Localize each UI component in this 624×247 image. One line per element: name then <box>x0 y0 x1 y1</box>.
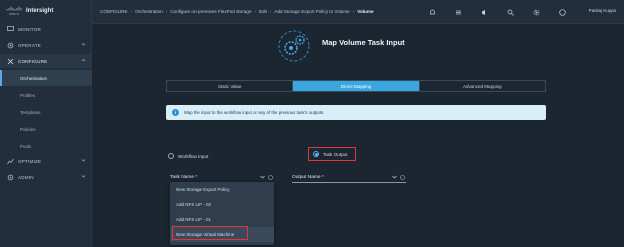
menu-item-new-storage-export-policy[interactable]: New Storage Export Policy <box>170 182 274 197</box>
info-icon: i <box>172 109 179 116</box>
radio-label: Task Output <box>323 151 348 157</box>
search-icon[interactable] <box>506 8 514 16</box>
input-source-radio-group: Workflow Input Task Output <box>168 147 356 162</box>
task-name-dropdown-menu: New Storage Export Policy Add NFS LIF - … <box>170 182 274 245</box>
breadcrumb: CONFIGURE › Orchestration › Configure on-p… <box>100 9 374 14</box>
output-name-select[interactable]: Output Name * <box>292 172 406 183</box>
top-bar: CONFIGURE › Orchestration › Configure on-p… <box>92 0 624 24</box>
admin-icon <box>6 173 14 181</box>
logo-mark-text: cisco <box>8 11 20 16</box>
tab-direct-mapping[interactable]: Direct Mapping <box>293 81 420 91</box>
sidebar: cisco Intersight MONITOR OPERATE CONFIGU… <box>0 0 92 247</box>
tab-static-value[interactable]: Static Value <box>167 81 294 91</box>
app-logo[interactable]: cisco Intersight <box>6 4 92 18</box>
highlight-box <box>172 226 248 240</box>
menu-item-add-nfs-lif-01[interactable]: Add NFS LIF - 01 <box>170 212 274 227</box>
sidebar-item-label: Orchestration <box>20 75 48 81</box>
configure-icon <box>6 57 14 65</box>
sidebar-item-monitor[interactable]: MONITOR <box>0 22 92 36</box>
radio-task-output[interactable]: Task Output <box>308 147 356 161</box>
info-circle-icon <box>398 174 406 180</box>
info-banner: i Map the input to the workflow input or… <box>166 105 546 120</box>
sidebar-item-label: ADMIN <box>18 174 34 180</box>
sidebar-item-pools[interactable]: Pools <box>0 138 92 154</box>
menu-item-add-nfs-lif-02[interactable]: Add NFS LIF - 02 <box>170 197 274 212</box>
page-title: Map Volume Task Input <box>322 38 405 47</box>
chevron-down-icon[interactable] <box>390 175 398 179</box>
chevron-down-icon <box>81 42 86 47</box>
tab-advanced-mapping[interactable]: Advanced Mapping <box>420 81 545 91</box>
user-name[interactable]: Pankaj Kuppa <box>589 8 616 13</box>
sidebar-item-label: Policies <box>20 126 36 132</box>
sidebar-item-label: OPERATE <box>18 42 42 48</box>
settings-icon[interactable] <box>532 8 540 16</box>
chevron-down-icon <box>81 158 86 163</box>
gears-icon <box>276 29 314 63</box>
chevron-down-icon[interactable] <box>258 175 266 179</box>
optimize-icon <box>6 157 14 165</box>
sidebar-item-orchestration[interactable]: Orchestration <box>0 70 92 86</box>
sidebar-item-operate[interactable]: OPERATE <box>0 38 92 52</box>
radio-button[interactable] <box>313 151 319 157</box>
bell-icon[interactable] <box>428 8 436 16</box>
radio-label: Workflow Input <box>178 153 209 159</box>
app-title: Intersight <box>26 8 54 14</box>
sidebar-item-label: OPTIMIZE <box>18 158 42 164</box>
breadcrumb-item[interactable]: CONFIGURE <box>100 9 128 14</box>
sidebar-item-configure[interactable]: CONFIGURE <box>0 54 92 68</box>
info-text: Map the input to the workflow input or a… <box>184 110 325 115</box>
sidebar-item-profiles[interactable]: Profiles <box>0 87 92 103</box>
breadcrumb-item[interactable]: Orchestration <box>135 9 163 14</box>
chevron-up-icon <box>81 58 86 63</box>
operate-icon <box>6 41 14 49</box>
breadcrumb-item[interactable]: Edit <box>259 9 267 14</box>
radio-button[interactable] <box>168 153 174 159</box>
announce-icon[interactable] <box>480 8 488 16</box>
sidebar-item-label: CONFIGURE <box>18 58 48 64</box>
sidebar-item-label: Profiles <box>20 92 36 98</box>
task-name-label: Task Name * <box>170 174 198 180</box>
output-name-label: Output Name * <box>292 174 324 180</box>
sidebar-item-admin[interactable]: ADMIN <box>0 170 92 184</box>
sidebar-item-policies[interactable]: Policies <box>0 121 92 137</box>
cisco-logo-icon: cisco <box>6 6 22 16</box>
main-panel: Map Volume Task Input Static Value Direc… <box>92 24 624 247</box>
info-circle-icon <box>266 174 274 180</box>
mapping-tabs: Static Value Direct Mapping Advanced Map… <box>166 80 546 92</box>
sidebar-item-optimize[interactable]: OPTIMIZE <box>0 154 92 168</box>
breadcrumb-item[interactable]: Configure on-premises FlexPod storage <box>170 9 251 14</box>
breadcrumb-current: Volume <box>357 9 374 14</box>
help-icon[interactable] <box>558 8 566 16</box>
radio-workflow-input[interactable]: Workflow Input <box>168 153 208 159</box>
sidebar-item-label: Templates <box>20 109 41 115</box>
sidebar-item-label: MONITOR <box>18 26 42 32</box>
monitor-icon <box>6 25 14 33</box>
chevron-down-icon <box>81 174 86 179</box>
breadcrumb-item[interactable]: Add Storage Export Policy to Volume <box>274 9 349 14</box>
sidebar-item-label: Pools <box>20 143 32 149</box>
sidebar-item-templates[interactable]: Templates <box>0 104 92 120</box>
list-icon[interactable] <box>454 8 462 16</box>
